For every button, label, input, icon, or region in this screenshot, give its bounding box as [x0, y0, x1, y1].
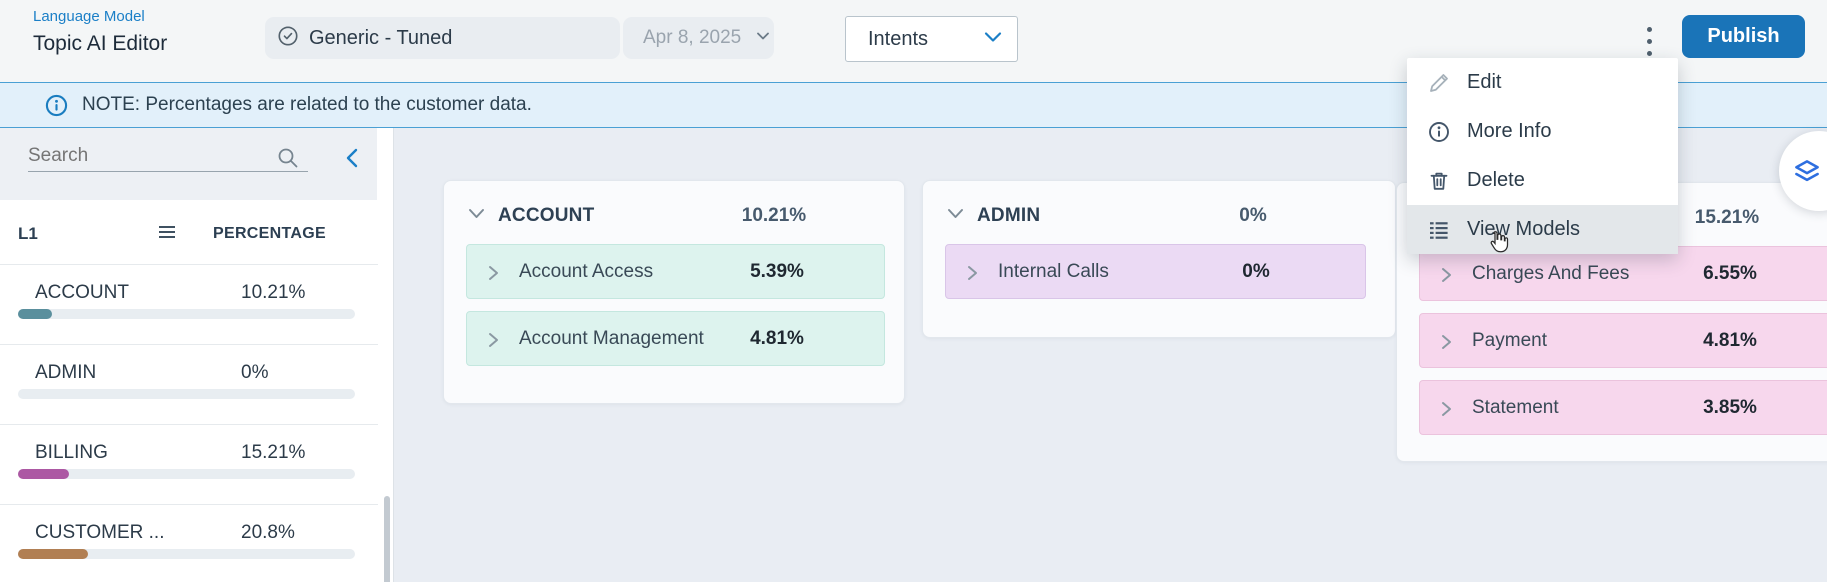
sidebar-table-header: L1 PERCENTAGE [0, 200, 378, 264]
model-date: Apr 8, 2025 [643, 27, 741, 49]
chevron-left-icon [345, 148, 359, 168]
layers-icon [1792, 157, 1822, 187]
card-title: ACCOUNT [498, 205, 594, 227]
subtopic-label: Charges And Fees [1472, 263, 1629, 285]
menu-item-more-info[interactable]: More Info [1407, 107, 1678, 156]
kebab-dot [1647, 39, 1652, 44]
kebab-dot [1647, 51, 1652, 56]
sidebar-row-account[interactable]: ACCOUNT 10.21% [0, 264, 378, 344]
menu-item-label: View Models [1467, 218, 1580, 241]
overflow-context-menu: Edit More Info Delete View Models [1407, 58, 1678, 254]
sidebar-scrollbar[interactable] [384, 496, 390, 582]
chevron-right-icon [1441, 267, 1452, 288]
info-icon [45, 94, 68, 117]
chevron-down-icon[interactable] [947, 207, 964, 225]
menu-lines-icon[interactable] [158, 224, 176, 245]
menu-item-label: Edit [1467, 71, 1501, 94]
subtopic-value: 0% [1201, 261, 1311, 283]
subtopic-value: 4.81% [722, 328, 832, 350]
subtopic-label: Payment [1472, 330, 1547, 352]
subtopic-charges-and-fees[interactable]: Charges And Fees 6.55% [1419, 246, 1827, 301]
progress-track [18, 549, 355, 559]
progress-fill [18, 549, 88, 559]
chevron-right-icon [488, 332, 499, 353]
view-mode-select[interactable]: Intents [845, 16, 1018, 62]
progress-track [18, 469, 355, 479]
subtopic-payment[interactable]: Payment 4.81% [1419, 313, 1827, 368]
progress-fill [18, 469, 69, 479]
subtopic-label: Account Access [519, 261, 653, 283]
breadcrumb-language-model[interactable]: Language Model [33, 8, 145, 25]
search-zone [0, 128, 377, 200]
info-icon [1427, 120, 1451, 144]
row-label: CUSTOMER ... [35, 522, 165, 544]
subtopic-value: 5.39% [722, 261, 832, 283]
row-value: 15.21% [241, 442, 305, 464]
row-label: ACCOUNT [35, 282, 129, 304]
subtopic-statement[interactable]: Statement 3.85% [1419, 380, 1827, 435]
kebab-dot [1647, 27, 1652, 32]
chevron-down-icon [983, 29, 1003, 50]
sidebar-row-billing[interactable]: BILLING 15.21% [0, 424, 378, 504]
view-mode-value: Intents [868, 28, 983, 51]
check-circle-icon [277, 25, 299, 52]
card-value: 0% [1193, 205, 1313, 227]
collapse-sidebar-button[interactable] [338, 144, 366, 172]
page-title: Topic AI Editor [33, 32, 167, 56]
column-header-percentage: PERCENTAGE [213, 225, 326, 243]
menu-item-edit[interactable]: Edit [1407, 58, 1678, 107]
card-value: 15.21% [1667, 207, 1787, 229]
row-label: BILLING [35, 442, 108, 464]
row-value: 0% [241, 362, 268, 384]
menu-item-label: Delete [1467, 169, 1525, 192]
row-value: 20.8% [241, 522, 295, 544]
pencil-icon [1427, 71, 1451, 95]
search-icon[interactable] [276, 146, 300, 175]
search-input[interactable] [28, 140, 308, 172]
subtopic-label: Internal Calls [998, 261, 1109, 283]
sidebar-row-admin[interactable]: ADMIN 0% [0, 344, 378, 424]
trash-icon [1427, 169, 1451, 193]
subtopic-internal-calls[interactable]: Internal Calls 0% [945, 244, 1366, 299]
progress-track [18, 309, 355, 319]
model-date-dropdown[interactable]: Apr 8, 2025 [623, 17, 774, 59]
model-selector[interactable]: Generic - Tuned [265, 17, 620, 59]
subtopic-value: 4.81% [1675, 330, 1785, 352]
sidebar-row-customer[interactable]: CUSTOMER ... 20.8% [0, 504, 378, 582]
subtopic-label: Account Management [519, 328, 704, 350]
menu-item-view-models[interactable]: View Models [1407, 205, 1678, 254]
subtopic-label: Statement [1472, 397, 1559, 419]
card-title: ADMIN [977, 205, 1040, 227]
topic-card-admin: ADMIN 0% Internal Calls 0% [922, 180, 1396, 338]
chevron-right-icon [1441, 401, 1452, 422]
list-icon [1427, 218, 1451, 242]
menu-item-label: More Info [1467, 120, 1551, 143]
progress-track [18, 389, 355, 399]
chevron-right-icon [1441, 334, 1452, 355]
note-text: NOTE: Percentages are related to the cus… [82, 94, 532, 116]
chevron-right-icon [967, 265, 978, 286]
topics-sidebar: L1 PERCENTAGE ACCOUNT 10.21% ADMIN 0% BI… [0, 128, 394, 582]
card-value: 10.21% [714, 205, 834, 227]
subtopic-value: 3.85% [1675, 397, 1785, 419]
model-name: Generic - Tuned [309, 27, 452, 50]
topic-card-account: ACCOUNT 10.21% Account Access 5.39% Acco… [443, 180, 905, 404]
row-value: 10.21% [241, 282, 305, 304]
menu-item-delete[interactable]: Delete [1407, 156, 1678, 205]
chevron-down-icon[interactable] [468, 207, 485, 225]
row-label: ADMIN [35, 362, 96, 384]
subtopic-account-management[interactable]: Account Management 4.81% [466, 311, 885, 366]
chevron-right-icon [488, 265, 499, 286]
subtopic-value: 6.55% [1675, 263, 1785, 285]
publish-button[interactable]: Publish [1682, 15, 1805, 58]
chevron-down-icon [755, 28, 771, 49]
subtopic-account-access[interactable]: Account Access 5.39% [466, 244, 885, 299]
progress-fill [18, 309, 52, 319]
column-header-l1: L1 [18, 224, 38, 244]
